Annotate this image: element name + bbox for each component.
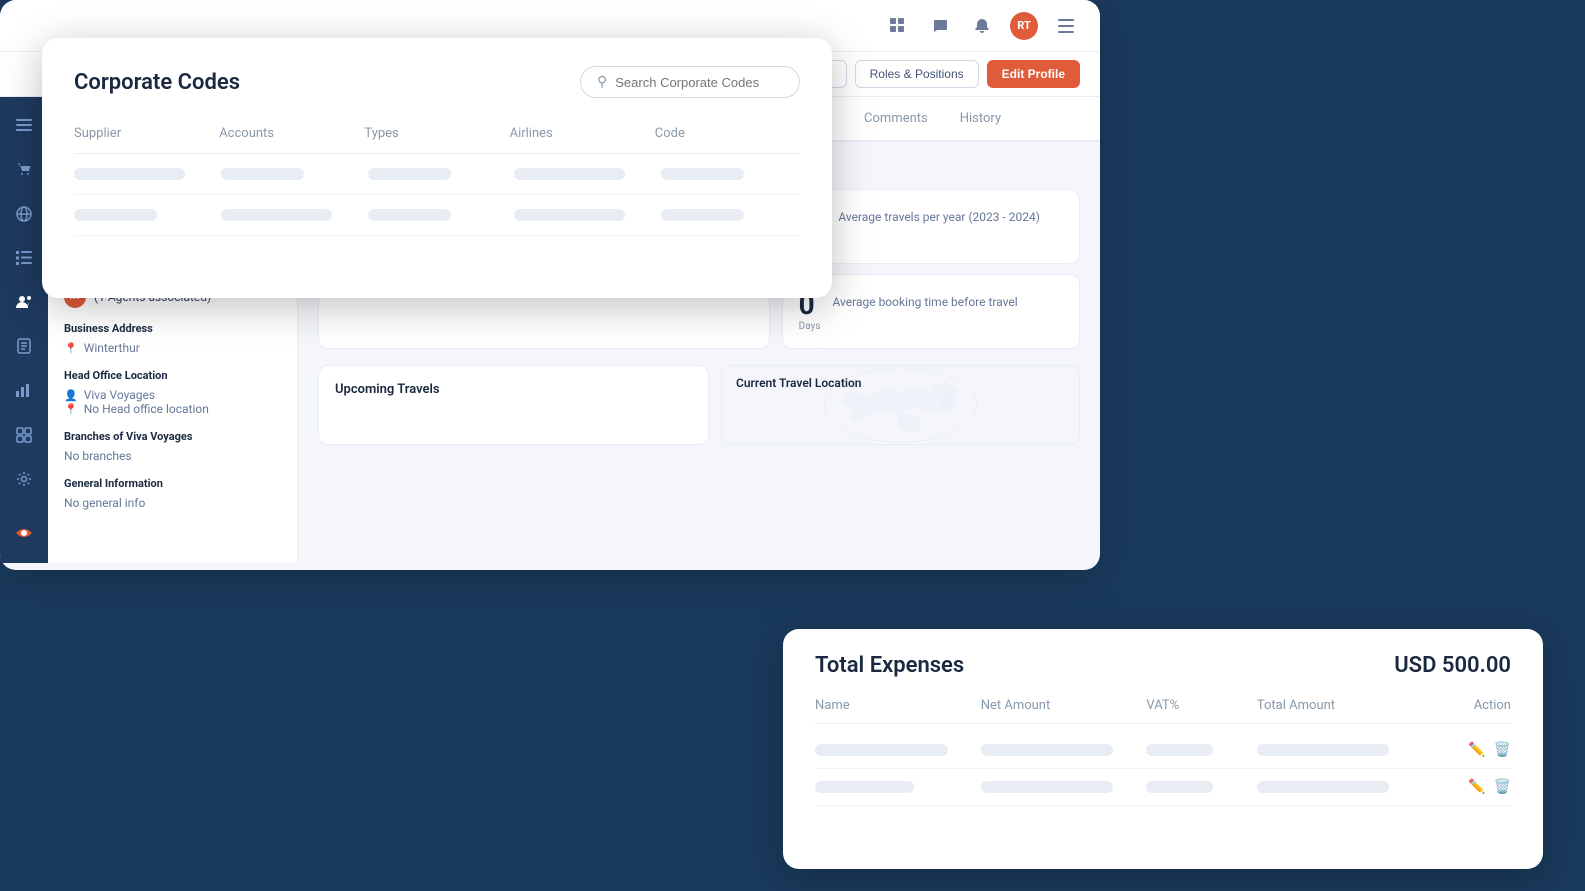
- corporate-codes-title: Corporate Codes: [74, 70, 240, 95]
- business-address-city: Winterthur: [84, 341, 140, 355]
- skeleton-bar: [514, 209, 625, 221]
- skeleton-bar: [815, 744, 948, 756]
- skeleton-bar: [1146, 744, 1212, 756]
- skeleton-bar: [368, 209, 451, 221]
- sidebar: [0, 97, 48, 563]
- expenses-card: Total Expenses USD 500.00 Name Net Amoun…: [783, 629, 1543, 869]
- exp-col-total-amount: Total Amount: [1257, 698, 1423, 713]
- cc-col-supplier: Supplier: [74, 126, 219, 141]
- exp-skeleton-row-2: ✏️ 🗑️: [815, 769, 1511, 806]
- cc-col-code: Code: [655, 126, 800, 141]
- cc-col-types: Types: [364, 126, 509, 141]
- tab-history[interactable]: History: [944, 97, 1017, 142]
- branches-value: No branches: [64, 449, 281, 463]
- sidebar-icon-document[interactable]: [10, 334, 38, 358]
- skeleton-bar: [981, 781, 1114, 793]
- exp-col-vat: VAT%: [1146, 698, 1256, 713]
- exp-col-name: Name: [815, 698, 981, 713]
- bell-icon[interactable]: [968, 12, 996, 40]
- exp-col-action: Action: [1423, 698, 1511, 713]
- skeleton-bar: [981, 744, 1114, 756]
- sidebar-logo: [10, 519, 38, 547]
- skeleton-bar: [661, 209, 744, 221]
- location-icon-2: 📍: [64, 403, 78, 416]
- business-address-label: Business Address: [64, 322, 281, 335]
- head-office-company-name: Viva Voyages: [84, 388, 155, 402]
- skeleton-bar: [661, 168, 744, 180]
- roles-positions-button[interactable]: Roles & Positions: [855, 60, 979, 88]
- delete-icon-2[interactable]: 🗑️: [1494, 779, 1511, 795]
- head-office-location: No Head office location: [84, 402, 209, 416]
- exp-header: Total Expenses USD 500.00: [815, 653, 1511, 678]
- search-input[interactable]: [615, 75, 783, 90]
- stat-desc-travels: Average travels per year (2023 - 2024): [838, 210, 1040, 224]
- cc-table-header: Supplier Accounts Types Airlines Code: [74, 126, 800, 154]
- skeleton-bar: [815, 781, 914, 793]
- upcoming-travels-box: Upcoming Travels: [318, 365, 709, 445]
- sidebar-icon-cart[interactable]: [10, 157, 38, 181]
- skeleton-bar: [1146, 781, 1212, 793]
- upcoming-travels-title: Upcoming Travels: [335, 382, 692, 397]
- head-office-label: Head Office Location: [64, 369, 281, 382]
- sidebar-icon-settings[interactable]: [10, 467, 38, 491]
- skeleton-bar: [1257, 744, 1390, 756]
- user-avatar[interactable]: RT: [1010, 12, 1038, 40]
- location-icon: 📍: [64, 342, 78, 355]
- skeleton-bar: [74, 168, 185, 180]
- menu-icon[interactable]: [1052, 12, 1080, 40]
- cc-header: Corporate Codes ⚲: [74, 66, 800, 98]
- person-icon: 👤: [64, 389, 78, 402]
- exp-table-header: Name Net Amount VAT% Total Amount Action: [815, 698, 1511, 724]
- skeleton-bar: [514, 168, 625, 180]
- grid-icon[interactable]: [884, 12, 912, 40]
- branches-label: Branches of Viva Voyages: [64, 430, 281, 443]
- cc-col-airlines: Airlines: [510, 126, 655, 141]
- message-icon[interactable]: [926, 12, 954, 40]
- edit-icon-2[interactable]: ✏️: [1468, 779, 1485, 795]
- cc-skeleton-row-1: [74, 154, 800, 195]
- sidebar-icon-menu[interactable]: [10, 113, 38, 137]
- expenses-title: Total Expenses: [815, 653, 964, 678]
- cc-col-accounts: Accounts: [219, 126, 364, 141]
- sidebar-icon-admin[interactable]: [10, 423, 38, 447]
- corporate-codes-card: Corporate Codes ⚲ Supplier Accounts Type…: [42, 38, 832, 298]
- delete-icon-1[interactable]: 🗑️: [1494, 742, 1511, 758]
- travel-map-box: Current Travel Location: [721, 365, 1080, 445]
- head-office-company: 👤 Viva Voyages: [64, 388, 281, 402]
- exp-col-net-amount: Net Amount: [981, 698, 1147, 713]
- edit-icon-1[interactable]: ✏️: [1468, 742, 1485, 758]
- exp-skeleton-row-1: ✏️ 🗑️: [815, 732, 1511, 769]
- skeleton-bar: [368, 168, 451, 180]
- head-office-value: 📍 No Head office location: [64, 402, 281, 416]
- general-info-value: No general info: [64, 496, 281, 510]
- cc-skeleton-row-2: [74, 195, 800, 236]
- skeleton-bar: [221, 168, 304, 180]
- exp-action-icons-1: ✏️ 🗑️: [1423, 742, 1511, 758]
- sidebar-icon-globe[interactable]: [10, 201, 38, 225]
- travel-row: Upcoming Travels Current Travel Location: [318, 365, 1080, 445]
- skeleton-bar: [1257, 781, 1390, 793]
- business-address-value: 📍 Winterthur: [64, 341, 281, 355]
- general-info-label: General Information: [64, 477, 281, 490]
- sidebar-icon-chart[interactable]: [10, 378, 38, 402]
- search-icon: ⚲: [597, 74, 607, 90]
- expenses-amount: USD 500.00: [1394, 653, 1511, 678]
- stat-unit-booking: Days: [799, 321, 821, 332]
- skeleton-bar: [74, 209, 157, 221]
- cc-search-box[interactable]: ⚲: [580, 66, 800, 98]
- skeleton-bar: [221, 209, 332, 221]
- edit-profile-button[interactable]: Edit Profile: [987, 60, 1080, 88]
- sidebar-icon-list[interactable]: [10, 246, 38, 270]
- stat-desc-booking: Average booking time before travel: [833, 295, 1018, 309]
- exp-action-icons-2: ✏️ 🗑️: [1423, 779, 1511, 795]
- sidebar-icon-people[interactable]: [10, 290, 38, 314]
- tab-comments[interactable]: Comments: [848, 97, 944, 142]
